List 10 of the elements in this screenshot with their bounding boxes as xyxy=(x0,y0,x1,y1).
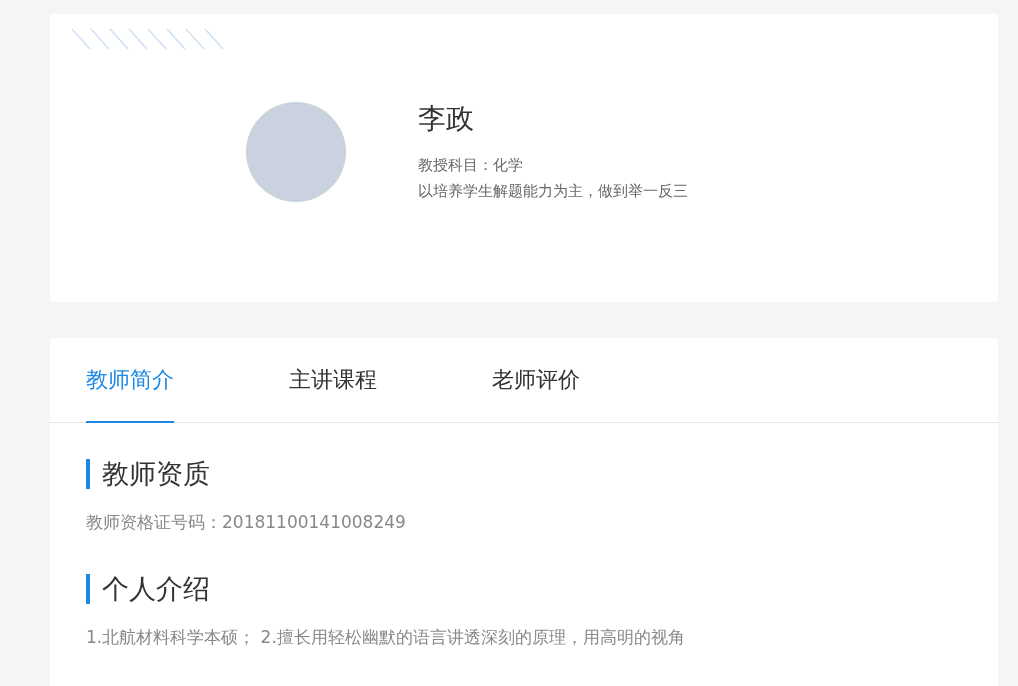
subject-text: 教授科目：化学 xyxy=(418,155,524,176)
teacher-name: 李政 xyxy=(418,101,475,137)
section-title: 教师资质 xyxy=(86,459,962,489)
tab[interactable]: 主讲课程 xyxy=(289,338,377,423)
section-title: 个人介绍 xyxy=(86,574,962,604)
section-text: 1.北航材料科学本硕； 2.擅长用轻松幽默的语言讲透深刻的原理，用高明的视角 xyxy=(86,626,686,649)
tab[interactable]: 老师评价 xyxy=(492,338,580,423)
section-text: 教师资格证号码：20181100141008249 xyxy=(86,511,407,534)
tab[interactable]: 教师简介 xyxy=(86,338,174,423)
motto-text: 以培养学生解题能力为主，做到举一反三 xyxy=(418,181,688,202)
